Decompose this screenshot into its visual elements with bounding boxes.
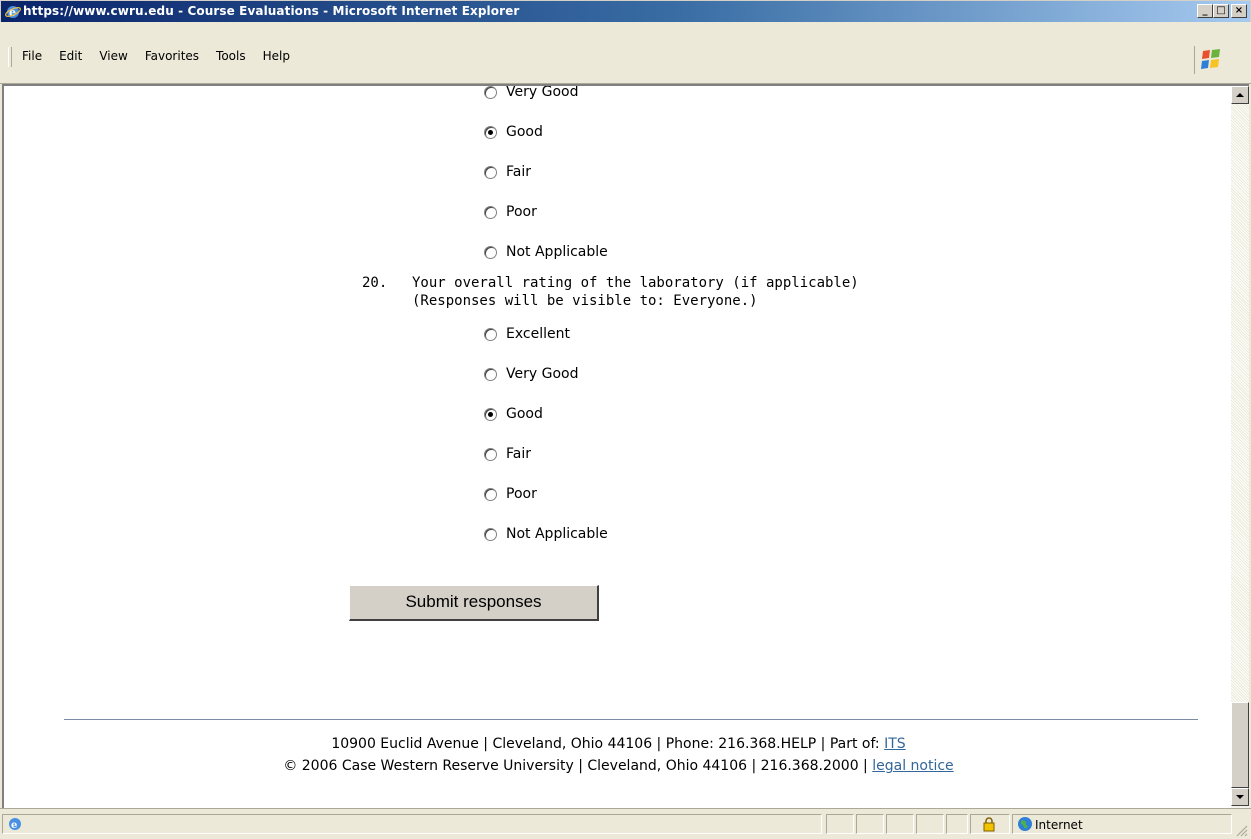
menu-favorites[interactable]: Favorites xyxy=(145,49,199,63)
menu-bar: File Edit View Favorites Tools Help xyxy=(0,22,1251,84)
status-pane-5 xyxy=(946,814,968,834)
ie-page-icon: e xyxy=(9,818,21,831)
menu-grip xyxy=(8,47,12,67)
radio-button[interactable] xyxy=(484,206,497,219)
status-pane-2 xyxy=(856,814,884,834)
option-label: Fair xyxy=(506,446,531,462)
menu-view[interactable]: View xyxy=(99,49,127,63)
footer-copyright-line: © 2006 Case Western Reserve University |… xyxy=(4,758,1233,774)
status-main-pane: e xyxy=(2,814,822,834)
arrow-up-icon xyxy=(1236,93,1244,97)
option-label: Fair xyxy=(506,164,531,180)
page-content: Very Good Good Fair Poor Not Applicable 20. … xyxy=(2,84,1233,808)
radio-button[interactable] xyxy=(484,166,497,179)
status-pane-4 xyxy=(916,814,944,834)
option-label: Poor xyxy=(506,486,537,502)
option-label: Not Applicable xyxy=(506,244,608,260)
footer-divider xyxy=(64,719,1198,720)
option-label: Not Applicable xyxy=(506,526,608,542)
lock-icon[interactable] xyxy=(981,816,997,832)
minimize-button[interactable]: _ xyxy=(1197,4,1213,18)
option-label: Very Good xyxy=(506,84,579,100)
windows-flag-icon xyxy=(1201,49,1220,69)
radio-button[interactable] xyxy=(484,528,497,541)
option-label: Good xyxy=(506,124,543,140)
globe-icon xyxy=(1018,817,1032,831)
menu-items: File Edit View Favorites Tools Help xyxy=(22,49,307,63)
status-security-pane xyxy=(970,814,1010,834)
status-pane-1 xyxy=(826,814,854,834)
footer-address: 10900 Euclid Avenue | Cleveland, Ohio 44… xyxy=(331,736,885,752)
option-label: Very Good xyxy=(506,366,579,382)
radio-button[interactable] xyxy=(484,246,497,259)
windows-logo-throbber xyxy=(1194,46,1227,74)
vertical-scrollbar[interactable] xyxy=(1231,84,1249,808)
footer-copyright: © 2006 Case Western Reserve University |… xyxy=(283,758,873,774)
radio-button[interactable] xyxy=(484,448,497,461)
radio-button[interactable] xyxy=(484,368,497,381)
radio-button[interactable] xyxy=(484,126,497,139)
window-title: https://www.cwru.edu - Course Evaluation… xyxy=(23,4,520,18)
option-label: Good xyxy=(506,406,543,422)
question-20-visibility: (Responses will be visible to: Everyone.… xyxy=(412,293,758,309)
radio-button[interactable] xyxy=(484,488,497,501)
radio-button[interactable] xyxy=(484,328,497,341)
legal-notice-link[interactable]: legal notice xyxy=(872,758,953,774)
submit-responses-button[interactable]: Submit responses xyxy=(349,585,599,621)
menu-tools[interactable]: Tools xyxy=(216,49,246,63)
scroll-up-button[interactable] xyxy=(1231,86,1249,104)
ie-logo-icon: e xyxy=(5,6,21,19)
close-button[interactable]: × xyxy=(1231,4,1247,18)
menu-help[interactable]: Help xyxy=(263,49,290,63)
zone-label: Internet xyxy=(1035,818,1083,832)
status-pane-3 xyxy=(886,814,914,834)
option-label: Poor xyxy=(506,204,537,220)
option-label: Excellent xyxy=(506,326,570,342)
title-bar: e https://www.cwru.edu - Course Evaluati… xyxy=(0,0,1251,22)
its-link[interactable]: ITS xyxy=(884,736,906,752)
scroll-thumb[interactable] xyxy=(1231,702,1249,788)
question-20-number: 20. xyxy=(362,275,388,291)
arrow-down-icon xyxy=(1236,795,1244,799)
maximize-button[interactable]: □ xyxy=(1213,4,1229,18)
scroll-down-button[interactable] xyxy=(1231,788,1249,806)
radio-button[interactable] xyxy=(484,408,497,421)
question-20-text: Your overall rating of the laboratory (i… xyxy=(412,275,859,291)
svg-text:e: e xyxy=(11,820,17,831)
status-bar: e Internet xyxy=(0,808,1251,839)
resize-grip-icon[interactable] xyxy=(1234,823,1248,837)
radio-button[interactable] xyxy=(484,86,497,99)
menu-edit[interactable]: Edit xyxy=(59,49,82,63)
menu-file[interactable]: File xyxy=(22,49,42,63)
footer-address-line: 10900 Euclid Avenue | Cleveland, Ohio 44… xyxy=(4,736,1233,752)
